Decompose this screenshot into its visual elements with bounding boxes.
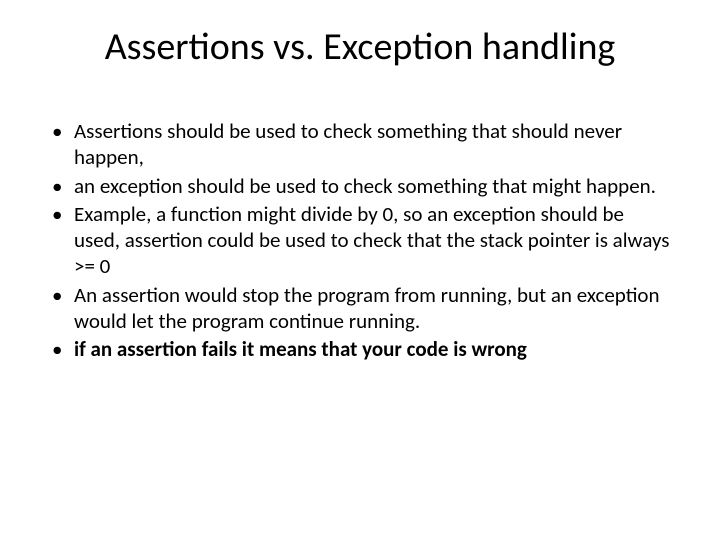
bullet-text: if an assertion fails it means that your… [74,336,527,362]
bullet-list: Assertions should be used to check somet… [48,118,672,362]
bullet-text: An assertion would stop the program from… [74,282,660,334]
list-item: Assertions should be used to check somet… [48,118,672,171]
bullet-text: Example, a function might divide by 0, s… [74,201,670,280]
list-item: Example, a function might divide by 0, s… [48,201,672,280]
bullet-text: Assertions should be used to check somet… [74,118,622,170]
list-item: An assertion would stop the program from… [48,282,672,335]
bullet-text: an exception should be used to check som… [74,173,656,199]
list-item: if an assertion fails it means that your… [48,336,672,362]
slide-title: Assertions vs. Exception handling [48,24,672,70]
list-item: an exception should be used to check som… [48,173,672,199]
